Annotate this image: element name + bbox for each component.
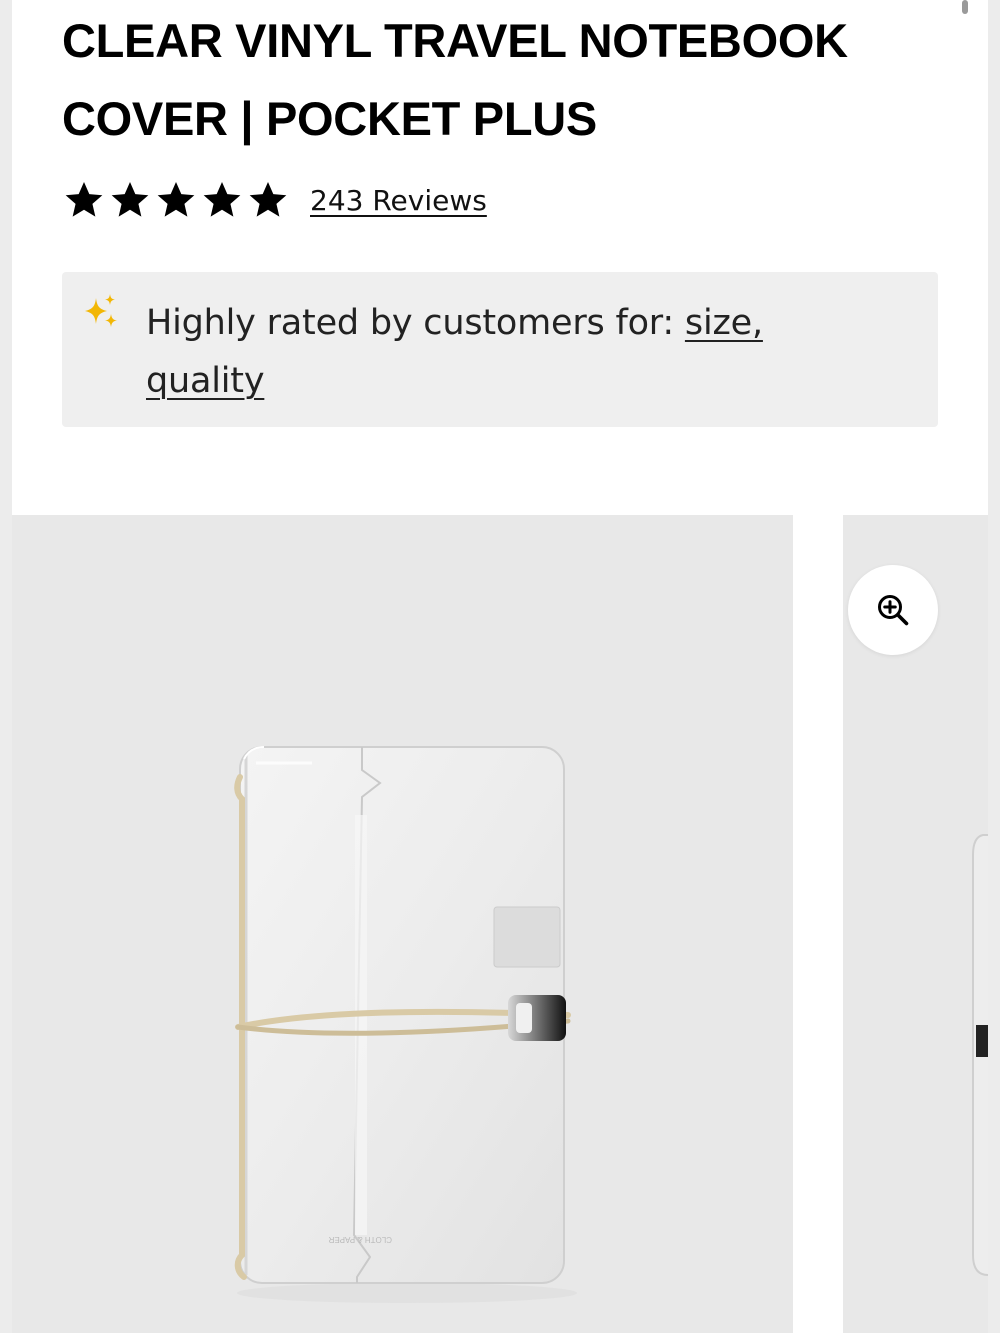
product-title-line-1: CLEAR VINYL TRAVEL NOTEBOOK	[62, 14, 848, 67]
star-icon	[62, 178, 106, 222]
zoom-button[interactable]	[848, 565, 938, 655]
highlights-prefix: Highly rated by customers for:	[146, 303, 685, 343]
highlight-link-quality[interactable]: quality	[146, 361, 265, 401]
product-title-line-2: COVER | POCKET PLUS	[62, 92, 597, 145]
sparkle-icon	[80, 292, 124, 336]
star-icon	[154, 178, 198, 222]
star-rating	[62, 178, 290, 222]
notebook-imprint: CLOTH & PAPER	[328, 1235, 392, 1244]
product-image-gallery[interactable]: CLOTH & PAPER	[12, 515, 988, 1333]
star-icon	[246, 178, 290, 222]
rating-row: 243 Reviews	[62, 178, 487, 222]
product-page: CLEAR VINYL TRAVEL NOTEBOOK COVER | POCK…	[12, 0, 988, 1333]
reviews-link[interactable]: 243 Reviews	[310, 184, 487, 217]
scrollbar-thumb[interactable]	[962, 0, 968, 14]
star-icon	[200, 178, 244, 222]
product-title: CLEAR VINYL TRAVEL NOTEBOOK COVER | POCK…	[62, 2, 922, 158]
customer-highlights-panel: Highly rated by customers for: size, qual…	[62, 272, 938, 427]
highlight-link-size[interactable]: size	[685, 303, 752, 343]
zoom-in-icon	[878, 595, 909, 626]
notebook-cover-image: CLOTH & PAPER	[234, 746, 577, 1303]
product-image-main[interactable]: CLOTH & PAPER	[12, 515, 793, 1333]
highlights-text: Highly rated by customers for: size, qual…	[146, 294, 906, 410]
star-icon	[108, 178, 152, 222]
highlight-separator: ,	[751, 303, 763, 343]
